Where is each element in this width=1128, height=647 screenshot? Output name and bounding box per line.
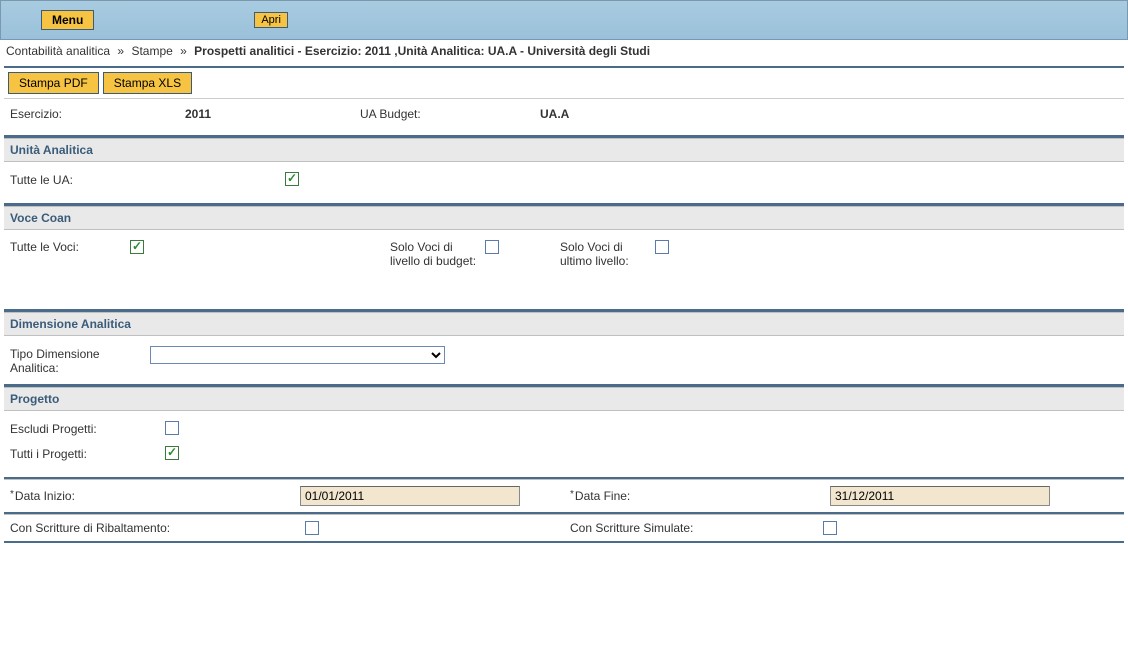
data-inizio-text: Data Inizio: bbox=[15, 489, 75, 503]
data-fine-input[interactable] bbox=[830, 486, 1050, 506]
data-fine-label: *Data Fine: bbox=[570, 489, 830, 503]
tipo-dimensione-label: Tipo Dimensione Analitica: bbox=[10, 346, 150, 376]
tutte-le-ua-label: Tutte le UA: bbox=[10, 172, 150, 187]
required-marker: * bbox=[10, 489, 14, 500]
tutte-le-voci-label: Tutte le Voci: bbox=[10, 240, 130, 269]
section-header: Voce Coan bbox=[4, 206, 1124, 230]
simulate-checkbox[interactable] bbox=[823, 521, 837, 535]
simulate-label: Con Scritture Simulate: bbox=[570, 521, 823, 535]
data-inizio-label: *Data Inizio: bbox=[10, 489, 300, 503]
section-dimensione-analitica: Dimensione Analitica Tipo Dimensione Ana… bbox=[4, 311, 1124, 386]
tutte-le-ua-checkbox[interactable] bbox=[285, 172, 299, 186]
escludi-progetti-label: Escludi Progetti: bbox=[10, 421, 150, 436]
menu-button[interactable]: Menu bbox=[41, 10, 94, 30]
breadcrumb: Contabilità analitica » Stampe » Prospet… bbox=[0, 40, 1128, 62]
data-fine-text: Data Fine: bbox=[575, 489, 630, 503]
section-header: Progetto bbox=[4, 387, 1124, 411]
toolbar: Stampa PDF Stampa XLS bbox=[4, 68, 1124, 99]
data-inizio-input[interactable] bbox=[300, 486, 520, 506]
esercizio-label: Esercizio: bbox=[10, 107, 185, 121]
section-header: Unità Analitica bbox=[4, 138, 1124, 162]
ribaltamento-checkbox[interactable] bbox=[305, 521, 319, 535]
tutte-le-voci-checkbox[interactable] bbox=[130, 240, 144, 254]
tutti-progetti-checkbox[interactable] bbox=[165, 446, 179, 460]
section-unita-analitica: Unità Analitica Tutte le UA: bbox=[4, 137, 1124, 205]
info-row: Esercizio: 2011 UA Budget: UA.A bbox=[4, 99, 1124, 137]
breadcrumb-part[interactable]: Stampe bbox=[131, 44, 172, 58]
bottom-row: Con Scritture di Ribaltamento: Con Scrit… bbox=[4, 514, 1124, 543]
solo-voci-budget-label: Solo Voci di livello di budget: bbox=[390, 240, 485, 269]
ribaltamento-label: Con Scritture di Ribaltamento: bbox=[10, 521, 305, 535]
section-header: Dimensione Analitica bbox=[4, 312, 1124, 336]
date-row: *Data Inizio: *Data Fine: bbox=[4, 479, 1124, 514]
stampa-pdf-button[interactable]: Stampa PDF bbox=[8, 72, 99, 94]
apri-button[interactable]: Apri bbox=[254, 12, 288, 28]
breadcrumb-separator: » bbox=[180, 44, 187, 58]
top-bar: Menu Apri bbox=[0, 0, 1128, 40]
ua-budget-label: UA Budget: bbox=[360, 107, 540, 121]
solo-voci-budget-checkbox[interactable] bbox=[485, 240, 499, 254]
solo-voci-ultimo-checkbox[interactable] bbox=[655, 240, 669, 254]
required-marker: * bbox=[570, 489, 574, 500]
ua-budget-value: UA.A bbox=[540, 107, 569, 121]
section-progetto: Progetto Escludi Progetti: Tutti i Proge… bbox=[4, 386, 1124, 479]
stampa-xls-button[interactable]: Stampa XLS bbox=[103, 72, 192, 94]
breadcrumb-separator: » bbox=[117, 44, 124, 58]
breadcrumb-part[interactable]: Contabilità analitica bbox=[6, 44, 110, 58]
solo-voci-ultimo-label: Solo Voci di ultimo livello: bbox=[560, 240, 655, 269]
breadcrumb-current: Prospetti analitici - Esercizio: 2011 ,U… bbox=[194, 44, 650, 58]
esercizio-value: 2011 bbox=[185, 107, 360, 121]
escludi-progetti-checkbox[interactable] bbox=[165, 421, 179, 435]
tipo-dimensione-select[interactable] bbox=[150, 346, 445, 364]
content: Stampa PDF Stampa XLS Esercizio: 2011 UA… bbox=[4, 66, 1124, 543]
section-voce-coan: Voce Coan Tutte le Voci: Solo Voci di li… bbox=[4, 205, 1124, 311]
tutti-progetti-label: Tutti i Progetti: bbox=[10, 446, 150, 461]
